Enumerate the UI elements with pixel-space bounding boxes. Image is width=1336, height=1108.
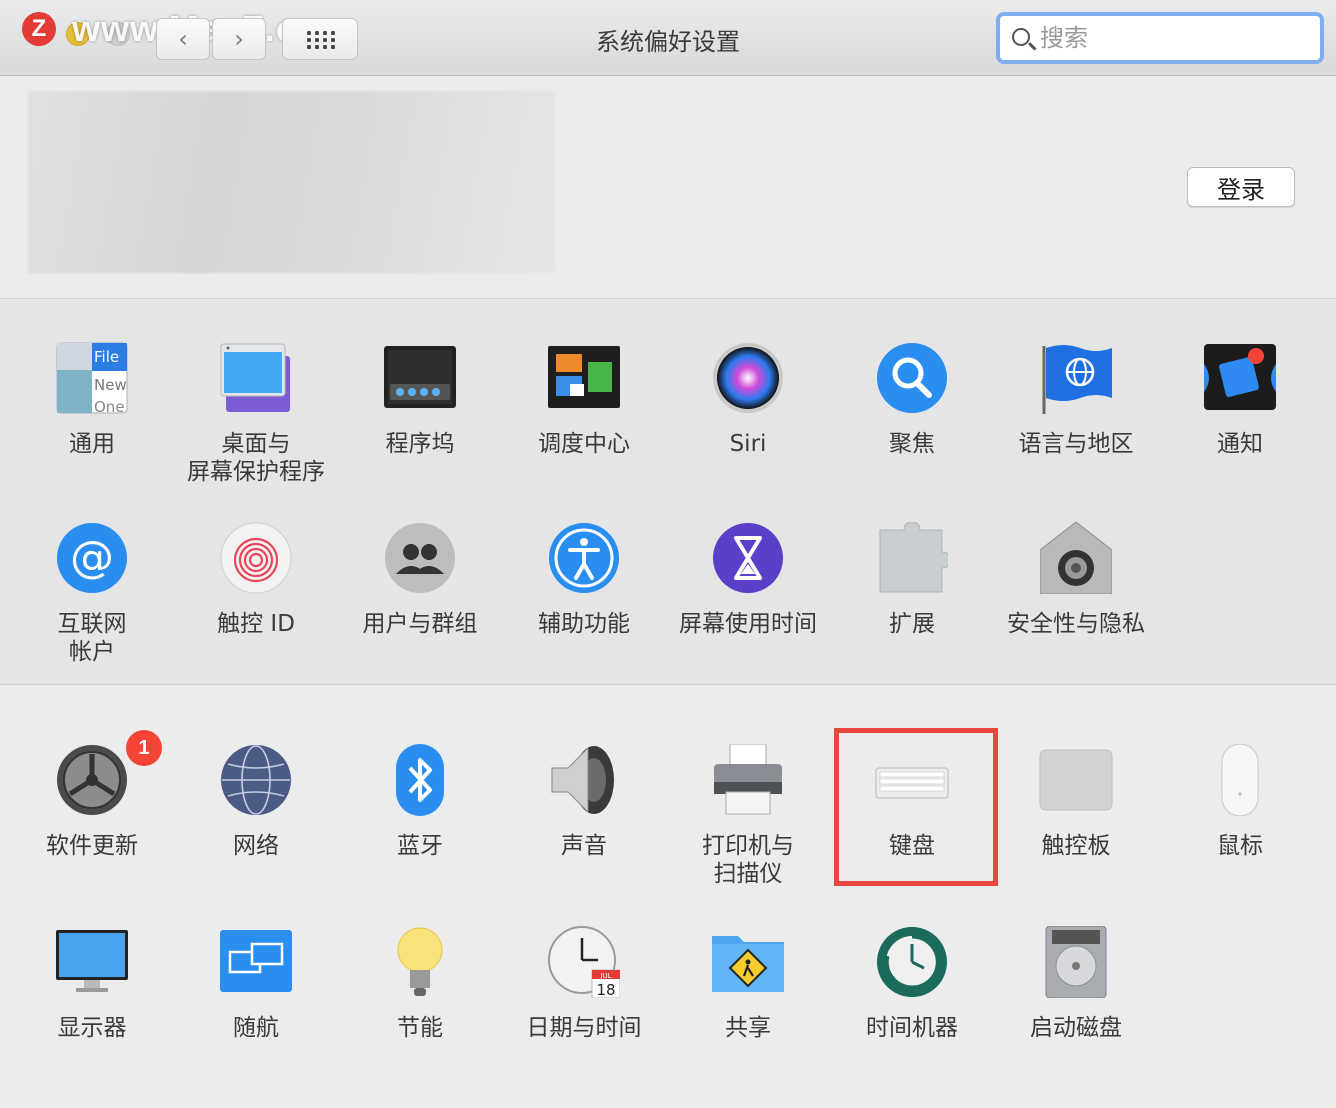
pane-label: 辅助功能 <box>538 611 630 637</box>
notifications-icon <box>1204 344 1276 410</box>
account-section: 登录 <box>0 77 1336 299</box>
pane-label: 语言与地区 <box>1018 431 1134 457</box>
pane-label: 键盘 <box>889 833 935 859</box>
pane-label: 用户与群组 <box>362 611 478 637</box>
mouse-icon <box>1221 744 1259 816</box>
security-privacy-icon <box>1040 522 1112 594</box>
keyboard-icon <box>875 767 949 799</box>
pane-label: 通知 <box>1217 431 1263 457</box>
pane-label: 软件更新 <box>46 833 138 859</box>
preferences-section-personal: File New One 通用 桌面与 屏幕保护程序 程序坞 调度中心 Siri… <box>0 300 1336 685</box>
blurred-account-info <box>28 91 555 273</box>
pane-label: 节能 <box>397 1015 443 1041</box>
screen-time-icon <box>713 523 783 593</box>
pane-label: 声音 <box>561 833 607 859</box>
touch-id-icon <box>220 522 292 594</box>
pane-label: 鼠标 <box>1217 833 1263 859</box>
pane-label: 网络 <box>233 833 279 859</box>
mission-control-icon <box>548 346 620 408</box>
network-icon <box>221 745 291 815</box>
pane-label: 安全性与隐私 <box>1007 611 1145 637</box>
spotlight-icon <box>877 343 947 413</box>
dock-icon <box>384 346 456 408</box>
system-preferences-window: Z www.MacZ.com ‹ › 系统偏好设置 登录 <box>0 0 1336 1108</box>
svg-text:18: 18 <box>596 981 615 998</box>
svg-text:JUL: JUL <box>599 972 611 980</box>
general-icon: File New One <box>56 342 128 414</box>
svg-text:File: File <box>94 348 119 366</box>
search-field[interactable] <box>996 12 1324 64</box>
pane-label: 启动磁盘 <box>1030 1015 1122 1041</box>
accessibility-icon <box>549 523 619 593</box>
svg-text:New: New <box>94 376 127 394</box>
pane-label: 时间机器 <box>866 1015 958 1041</box>
pane-label: 聚焦 <box>889 431 935 457</box>
pane-label: 随航 <box>233 1015 279 1041</box>
login-button[interactable]: 登录 <box>1187 167 1295 207</box>
preferences-section-hardware: 1 软件更新 网络 蓝牙 声音 打印机与 扫描仪 键盘 触控板 鼠标 显示器 随… <box>0 686 1336 1108</box>
svg-text:@: @ <box>70 532 114 583</box>
title-bar: Z www.MacZ.com ‹ › 系统偏好设置 <box>0 0 1336 76</box>
pane-label: Siri <box>729 431 767 457</box>
pane-label: 蓝牙 <box>397 833 443 859</box>
search-icon <box>1012 28 1030 46</box>
pane-label: 互联网 帐户 <box>57 611 127 665</box>
language-region-icon <box>1042 345 1112 414</box>
sound-icon <box>551 746 614 814</box>
pane-label: 程序坞 <box>385 431 455 457</box>
pane-label: 扩展 <box>889 611 935 637</box>
software-update-icon <box>57 745 127 815</box>
startup-disk-icon <box>1045 926 1107 998</box>
pane-label: 触控板 <box>1041 833 1111 859</box>
pane-label: 显示器 <box>57 1015 127 1041</box>
search-input[interactable] <box>1040 20 1310 56</box>
update-count-badge: 1 <box>126 730 162 766</box>
pane-label: 屏幕使用时间 <box>679 611 817 637</box>
pane-label: 打印机与 扫描仪 <box>702 833 794 887</box>
pane-label: 日期与时间 <box>526 1015 642 1041</box>
extensions-icon <box>879 522 948 593</box>
users-groups-icon <box>385 523 455 593</box>
time-machine-icon <box>877 927 947 997</box>
siri-icon <box>713 343 783 413</box>
date-time-icon: JUL 18 <box>548 926 620 998</box>
pane-label: 桌面与 屏幕保护程序 <box>187 431 325 485</box>
displays-icon <box>56 930 128 992</box>
desktop-screensaver-icon <box>220 343 290 412</box>
sidecar-icon <box>220 930 292 992</box>
trackpad-icon <box>1039 749 1113 811</box>
printers-scanners-icon <box>714 744 782 815</box>
internet-accounts-icon: @ <box>57 523 127 593</box>
pane-label: 通用 <box>69 431 115 457</box>
sharing-icon <box>712 936 784 992</box>
pane-label: 调度中心 <box>538 431 630 457</box>
energy-saver-icon <box>397 927 443 996</box>
pane-label: 触控 ID <box>217 611 295 637</box>
pane-label: 共享 <box>725 1015 771 1041</box>
bluetooth-icon <box>396 744 444 816</box>
svg-text:One: One <box>94 398 125 414</box>
